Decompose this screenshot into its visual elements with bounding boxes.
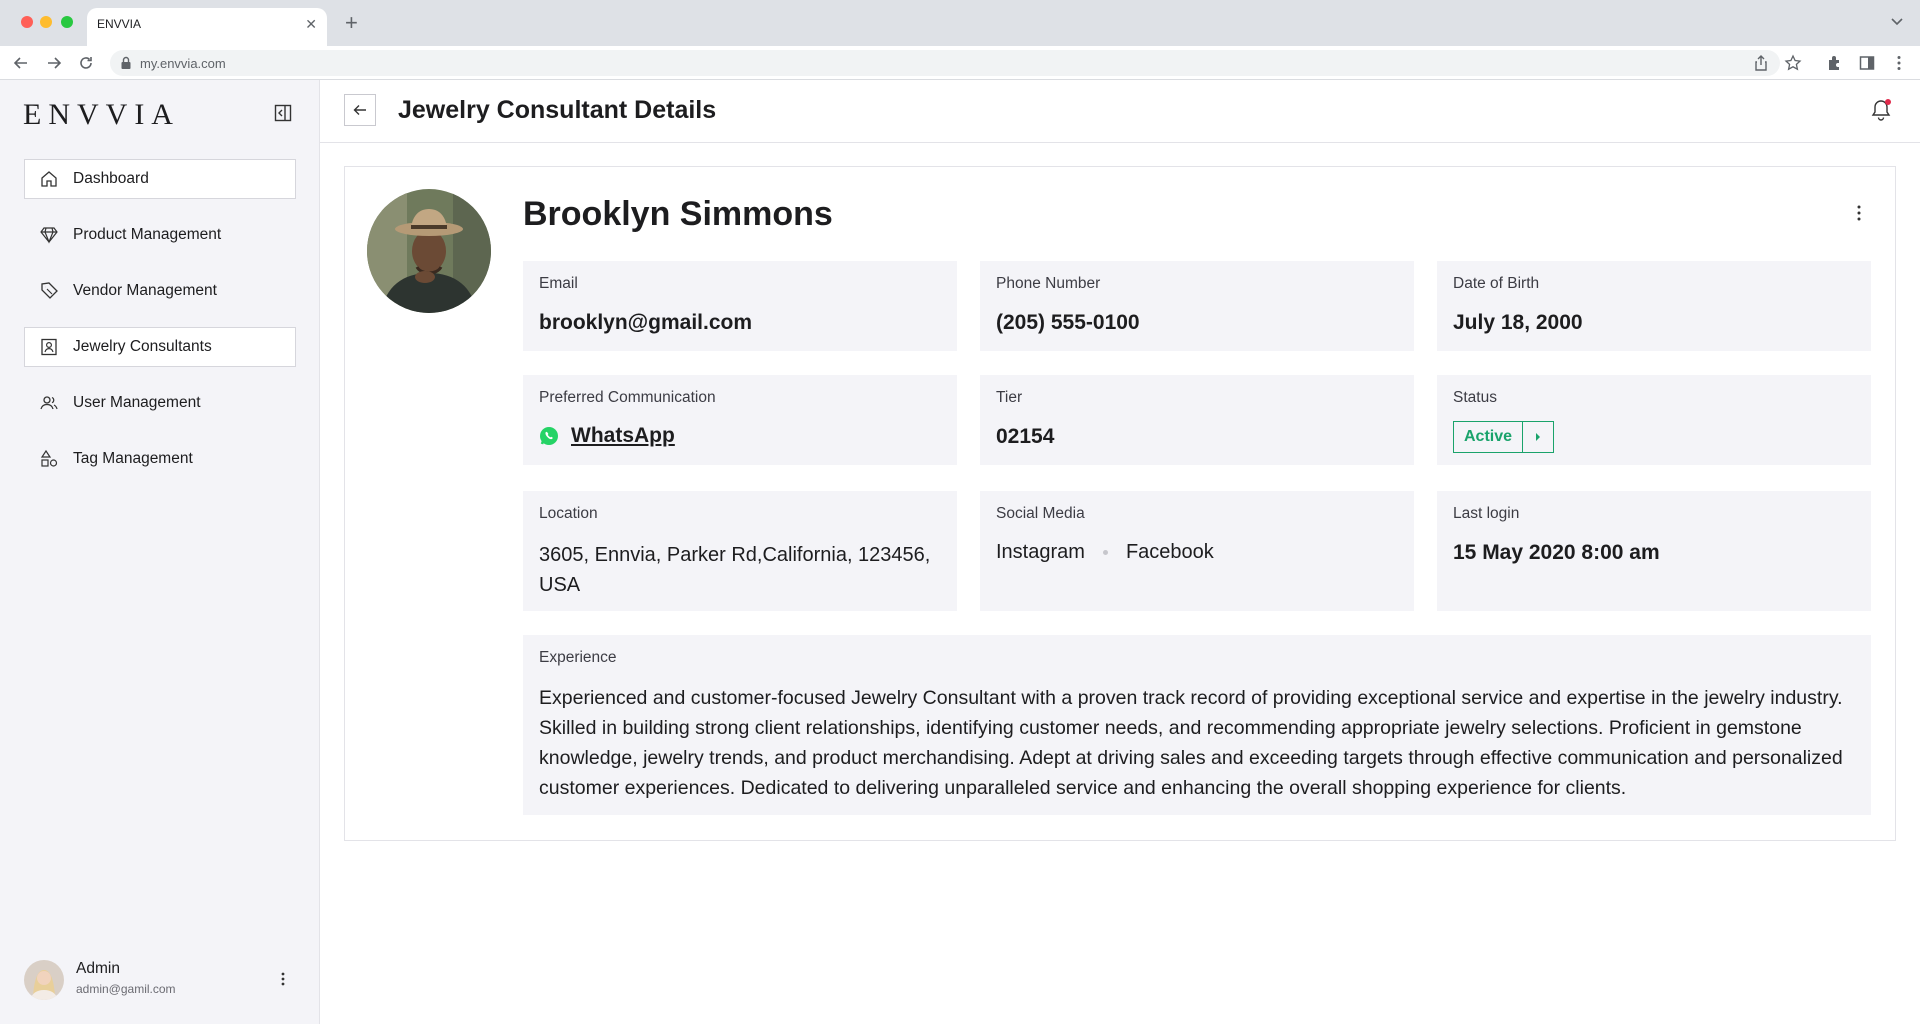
phone-value: (205) 555-0100 xyxy=(996,311,1140,334)
forward-arrow-icon[interactable] xyxy=(45,54,63,72)
puzzle-icon[interactable] xyxy=(1826,54,1844,72)
sidebar-item-user-management[interactable]: User Management xyxy=(24,383,296,423)
main-content: Jewelry Consultant Details Brooklyn Simm… xyxy=(320,80,1920,1024)
preferred-communication-field: Preferred Communication WhatsApp xyxy=(523,375,957,465)
caret-right-icon[interactable] xyxy=(1523,422,1553,452)
social-links: Instagram Facebook xyxy=(996,541,1214,564)
star-icon[interactable] xyxy=(1784,54,1802,72)
facebook-link[interactable]: Facebook xyxy=(1126,541,1214,564)
sidebar-item-label: Vendor Management xyxy=(73,282,217,299)
status-dropdown[interactable]: Active xyxy=(1453,421,1555,453)
profile-email: admin@gamil.com xyxy=(76,982,176,996)
status-field: Status Active xyxy=(1437,375,1871,465)
field-label: Status xyxy=(1453,389,1497,406)
field-label: Experience xyxy=(539,649,617,666)
page-header: Jewelry Consultant Details xyxy=(320,80,1920,143)
profile-name: Admin xyxy=(76,960,120,977)
last-login-value: 15 May 2020 8:00 am xyxy=(1453,541,1660,564)
whatsapp-icon xyxy=(540,427,558,445)
location-value: 3605, Ennvia, Parker Rd,California, 1234… xyxy=(539,544,931,596)
sidebar-item-label: Product Management xyxy=(73,226,222,243)
last-login-field: Last login 15 May 2020 8:00 am xyxy=(1437,491,1871,611)
dob-field: Date of Birth July 18, 2000 xyxy=(1437,261,1871,351)
dob-value: July 18, 2000 xyxy=(1453,311,1583,334)
sidebar-item-vendor-management[interactable]: Vendor Management xyxy=(24,271,296,311)
window-maximize-button[interactable] xyxy=(61,16,73,28)
field-label: Tier xyxy=(996,389,1023,406)
sidebar: ENVVIA Dashboard Product Management Vend… xyxy=(0,80,320,1024)
field-label: Last login xyxy=(1453,505,1520,522)
home-icon xyxy=(41,171,57,187)
notification-badge xyxy=(1885,99,1891,105)
back-arrow-icon[interactable] xyxy=(12,54,30,72)
field-label: Phone Number xyxy=(996,275,1101,292)
tab-search-chevron-icon[interactable] xyxy=(1888,12,1906,30)
sidepanel-icon[interactable] xyxy=(1858,54,1876,72)
page-title: Jewelry Consultant Details xyxy=(398,96,717,124)
shapes-icon xyxy=(40,449,58,467)
window-minimize-button[interactable] xyxy=(40,16,52,28)
sidebar-item-product-management[interactable]: Product Management xyxy=(24,215,296,255)
user-profile: Admin admin@gamil.com xyxy=(24,958,296,1002)
sidebar-item-tag-management[interactable]: Tag Management xyxy=(24,439,296,479)
field-label: Preferred Communication xyxy=(539,389,716,406)
arrow-left-icon xyxy=(353,105,366,115)
new-tab-icon[interactable]: + xyxy=(345,12,358,34)
experience-field: Experience Experienced and customer-focu… xyxy=(523,635,1871,815)
sidebar-item-dashboard[interactable]: Dashboard xyxy=(24,159,296,199)
browser-tab-bar: ENVVIA ✕ + xyxy=(0,0,1920,46)
users-icon xyxy=(40,396,58,410)
notifications-button[interactable] xyxy=(1870,98,1892,122)
brand-logo[interactable]: ENVVIA xyxy=(23,98,180,132)
tab-title: ENVVIA xyxy=(97,17,142,31)
field-label: Email xyxy=(539,275,578,292)
sidebar-item-label: Dashboard xyxy=(73,170,149,187)
field-label: Location xyxy=(539,505,598,522)
whatsapp-link[interactable]: WhatsApp xyxy=(539,424,675,448)
separator-dot xyxy=(1102,550,1108,555)
field-label: Date of Birth xyxy=(1453,275,1540,292)
location-field: Location 3605, Ennvia, Parker Rd,Califor… xyxy=(523,491,957,611)
browser-address-bar: my.envvia.com xyxy=(0,46,1920,80)
communication-value: WhatsApp xyxy=(571,424,675,447)
more-vert-icon[interactable] xyxy=(1890,54,1908,72)
share-icon[interactable] xyxy=(1752,54,1770,72)
social-media-field: Social Media Instagram Facebook xyxy=(980,491,1414,611)
tag-stack-icon xyxy=(41,282,58,299)
contact-card-icon xyxy=(41,338,57,356)
avatar[interactable] xyxy=(24,960,64,1000)
email-field: Email brooklyn@gmail.com xyxy=(523,261,957,351)
field-label: Social Media xyxy=(996,505,1085,522)
back-button[interactable] xyxy=(344,94,376,126)
experience-text: Experienced and customer-focused Jewelry… xyxy=(539,687,1843,799)
tier-value: 02154 xyxy=(996,425,1055,448)
browser-tab[interactable]: ENVVIA ✕ xyxy=(87,8,327,46)
sidebar-item-label: User Management xyxy=(73,394,201,411)
email-value: brooklyn@gmail.com xyxy=(539,311,753,334)
more-vert-icon[interactable] xyxy=(274,970,292,988)
instagram-link[interactable]: Instagram xyxy=(996,541,1085,564)
collapse-sidebar-icon[interactable] xyxy=(274,104,292,122)
more-options-icon[interactable] xyxy=(1849,203,1869,223)
url-text: my.envvia.com xyxy=(140,56,226,71)
status-badge[interactable]: Active xyxy=(1454,422,1524,452)
sidebar-item-label: Tag Management xyxy=(73,450,193,467)
reload-icon[interactable] xyxy=(77,54,95,72)
consultant-name: Brooklyn Simmons xyxy=(523,195,833,233)
diamond-icon xyxy=(40,227,58,244)
tier-field: Tier 02154 xyxy=(980,375,1414,465)
consultant-photo xyxy=(367,189,491,313)
omnibox[interactable]: my.envvia.com xyxy=(110,50,1802,76)
phone-field: Phone Number (205) 555-0100 xyxy=(980,261,1414,351)
sidebar-item-jewelry-consultants[interactable]: Jewelry Consultants xyxy=(24,327,296,367)
consultant-details-card: Brooklyn Simmons Email brooklyn@gmail.co… xyxy=(344,166,1896,841)
lock-icon xyxy=(121,56,131,69)
sidebar-item-label: Jewelry Consultants xyxy=(73,338,212,355)
tab-close-icon[interactable]: ✕ xyxy=(305,16,317,33)
window-close-button[interactable] xyxy=(21,16,33,28)
